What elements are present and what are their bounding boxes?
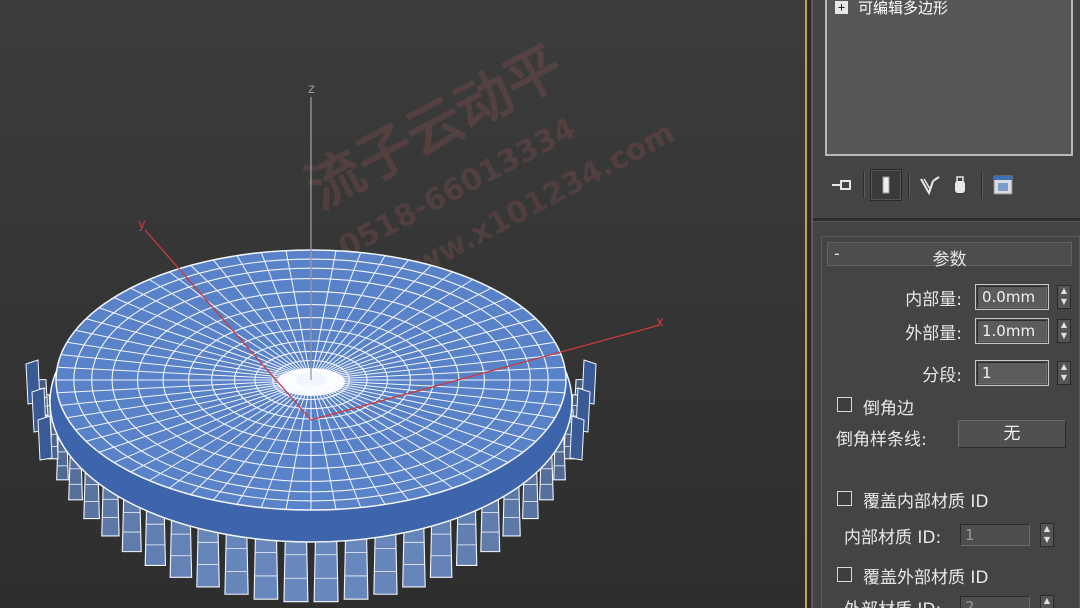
skirt-flute [37, 415, 53, 461]
rollout-title: 参数 [932, 250, 967, 270]
override-outer-material-label: 覆盖外部材质 ID [863, 568, 989, 588]
segments-input[interactable]: 1 [975, 360, 1049, 386]
command-panel: + 可编辑多边形 - 参数 内部量: 0.0mm ▲ ▼ 外部量: 1.0mm … [813, 0, 1080, 608]
inner-material-id-spinner[interactable]: ▲ ▼ [1040, 523, 1054, 547]
inner-material-id-label: 内部材质 ID: [844, 528, 942, 548]
viewport-panel-divider[interactable] [805, 0, 813, 608]
bevel-spline-label: 倒角样条线: [836, 430, 927, 450]
inner-material-id-input[interactable]: 1 [960, 524, 1030, 546]
viewport-scene[interactable]: 流子云动平0518-66013334www.x101234.comzxy [0, 0, 805, 608]
outer-material-id-input[interactable]: 2 [960, 596, 1030, 608]
perspective-viewport[interactable]: 流子云动平 0518-66013334 www.x101234.com z x y [0, 0, 805, 608]
modifier-stack-item-label: 可编辑多边形 [858, 0, 949, 17]
remove-modifier-icon[interactable] [945, 170, 975, 200]
skirt-flute [569, 415, 585, 461]
make-unique-icon[interactable] [915, 170, 945, 200]
pin-stack-icon[interactable] [827, 170, 857, 200]
modifier-stack-list[interactable]: + 可编辑多边形 [825, 0, 1073, 156]
override-inner-material-label: 覆盖内部材质 ID [863, 492, 989, 512]
outer-material-id-spinner[interactable]: ▲▼ [1040, 595, 1054, 608]
y-axis-label: y [138, 217, 146, 232]
outer-amount-input[interactable]: 1.0mm [975, 318, 1049, 344]
inner-amount-label: 内部量: [905, 290, 962, 310]
toolbar-separator [908, 172, 909, 198]
override-outer-material-checkbox[interactable] [837, 567, 852, 582]
toolbar-separator [981, 172, 982, 198]
toolbar-separator [863, 172, 864, 198]
parameters-rollout-header[interactable]: - 参数 [827, 242, 1072, 270]
bevel-spline-button[interactable]: 无 [958, 420, 1066, 448]
parameters-rollout: - 参数 内部量: 0.0mm ▲ ▼ 外部量: 1.0mm ▲ ▼ 分段: 1 ▲… [821, 236, 1080, 608]
x-axis-label: x [656, 315, 664, 330]
configure-modifier-sets-icon[interactable] [988, 170, 1018, 200]
outer-amount-spinner[interactable]: ▲ ▼ [1057, 319, 1071, 343]
segments-label: 分段: [922, 366, 962, 386]
modifier-stack-item-editable-poly[interactable]: + 可编辑多边形 [835, 0, 949, 17]
inner-amount-input[interactable]: 0.0mm [975, 284, 1049, 310]
bevel-edges-checkbox[interactable] [837, 397, 852, 412]
show-end-result-icon[interactable] [870, 169, 902, 201]
z-axis-label: z [308, 82, 315, 97]
bevel-edges-label: 倒角边 [863, 399, 914, 419]
outer-material-id-label: 外部材质 ID: [844, 595, 941, 608]
modifier-stack-toolbar [827, 168, 1067, 202]
override-inner-material-checkbox[interactable] [837, 491, 852, 506]
panel-separator [813, 218, 1080, 222]
segments-spinner[interactable]: ▲ ▼ [1057, 361, 1071, 385]
inner-amount-spinner[interactable]: ▲ ▼ [1057, 285, 1071, 309]
outer-amount-label: 外部量: [905, 324, 962, 344]
expand-icon[interactable]: + [835, 0, 848, 14]
